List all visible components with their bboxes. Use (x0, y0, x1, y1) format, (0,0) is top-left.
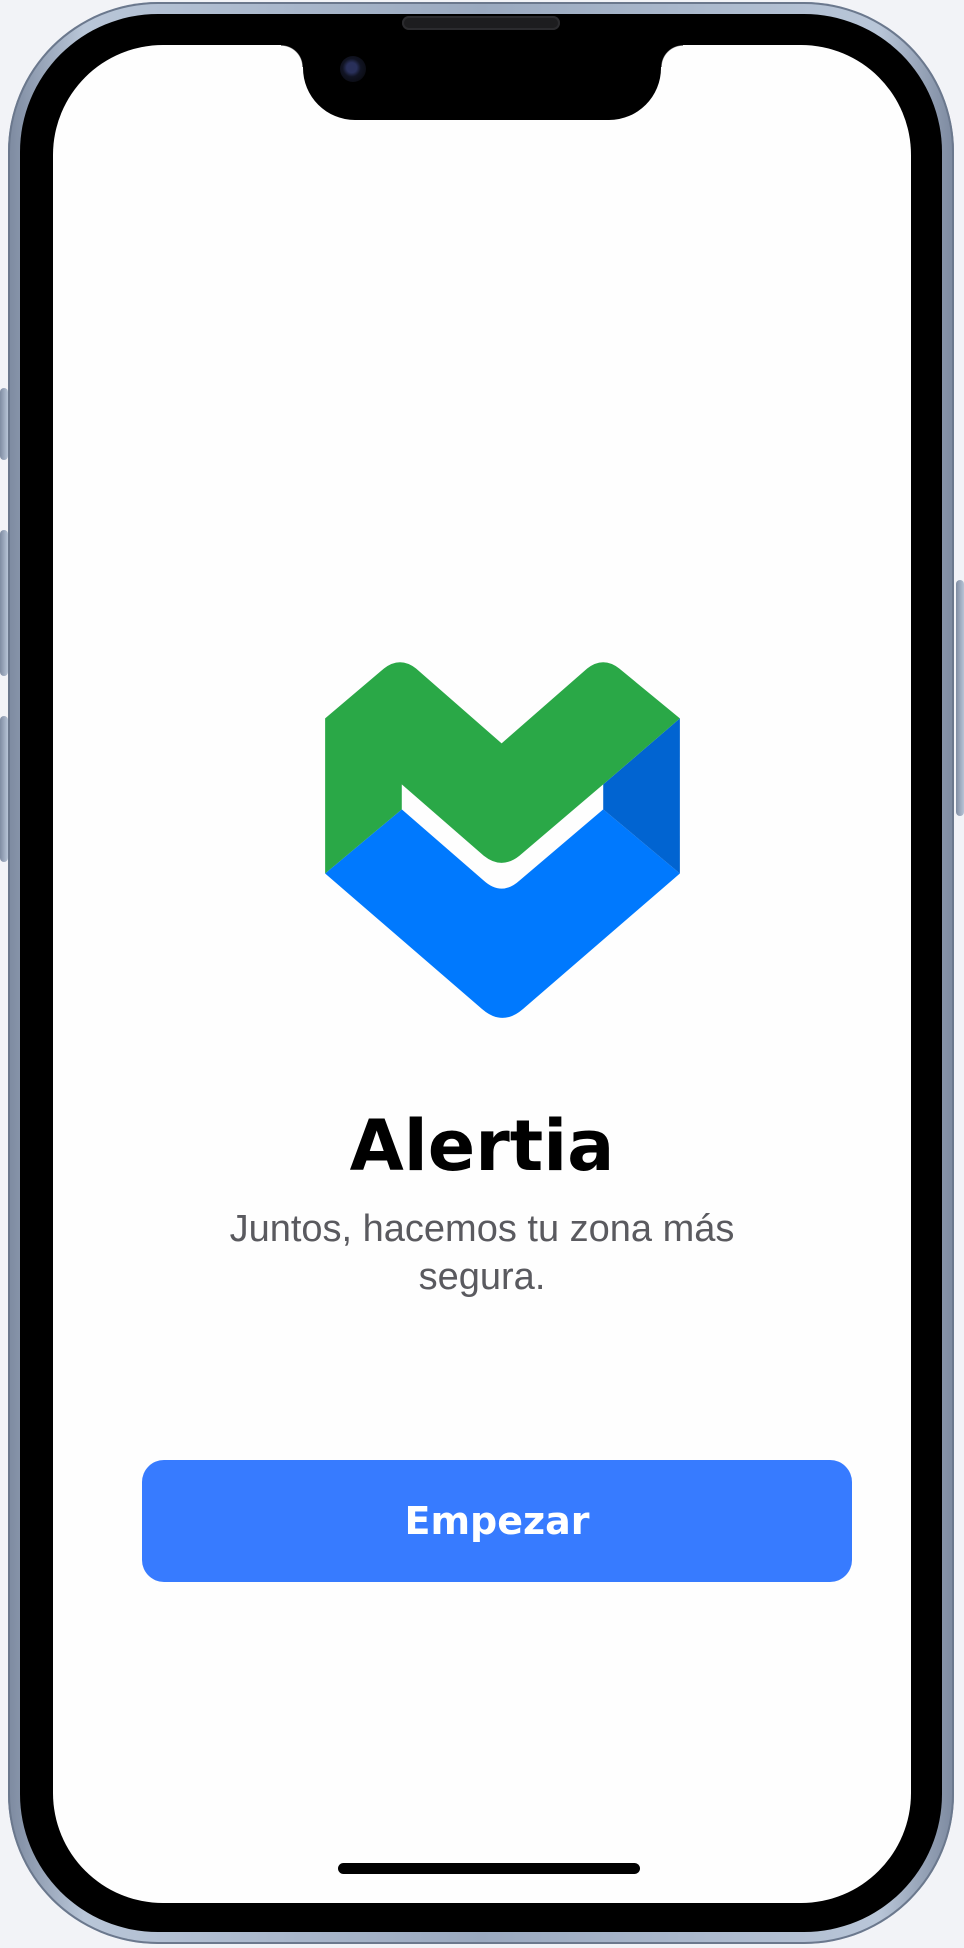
mute-switch (0, 388, 8, 460)
home-indicator[interactable] (338, 1863, 640, 1874)
app-tagline: Juntos, hacemos tu zona más segura. (229, 1208, 735, 1298)
start-button[interactable]: Empezar (142, 1460, 852, 1582)
app-title: Alertia (349, 1105, 615, 1187)
power-button (956, 580, 964, 816)
app-screen: Alertia Juntos, hacemos tu zona más segu… (53, 45, 911, 1903)
front-camera (340, 56, 366, 82)
earpiece-speaker (402, 16, 560, 30)
volume-down-button (0, 716, 8, 862)
alertia-heart-logo-icon (325, 662, 680, 1018)
volume-up-button (0, 530, 8, 676)
